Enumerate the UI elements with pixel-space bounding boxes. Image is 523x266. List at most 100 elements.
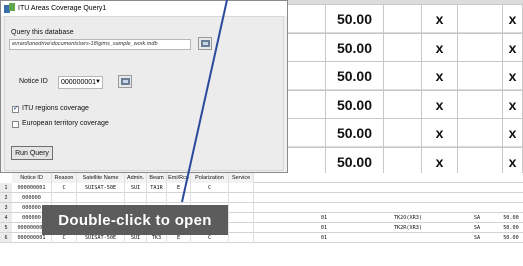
grid-column-header[interactable]: Service bbox=[229, 173, 254, 183]
zoomed-cell bbox=[384, 5, 422, 33]
zoomed-cell: 50.00 bbox=[326, 62, 384, 90]
zoomed-value-row: 50.00 x x bbox=[288, 89, 523, 119]
table-cell bbox=[229, 223, 254, 233]
row-number: 4 bbox=[0, 213, 12, 223]
table-cell: SUISAT-50E bbox=[77, 183, 125, 193]
zoomed-value-row: 50.00 x x bbox=[288, 4, 523, 33]
grid-header-row: Notice ID Reason Satellite Name Admin. Beam E… bbox=[12, 173, 523, 183]
zoomed-cell bbox=[458, 90, 503, 119]
browse-database-button[interactable] bbox=[198, 37, 212, 50]
itu-regions-checkbox[interactable] bbox=[12, 104, 19, 113]
tooltip-text: Double-click to open bbox=[58, 211, 212, 229]
grid-column-header[interactable]: Beam bbox=[147, 173, 167, 183]
zoomed-cell: x bbox=[503, 5, 523, 33]
table-cell: SA bbox=[473, 235, 481, 241]
zoomed-cell: 50.00 bbox=[326, 147, 384, 176]
table-cell: 50.00 bbox=[503, 235, 519, 241]
zoomed-cell bbox=[384, 33, 422, 62]
grid-column-header[interactable]: Reason bbox=[52, 173, 77, 183]
grid-column-header[interactable]: Notice ID bbox=[12, 173, 52, 183]
table-cell: TA1R bbox=[147, 183, 167, 193]
double-click-tooltip: Double-click to open bbox=[42, 205, 228, 235]
zoomed-cell: x bbox=[422, 90, 458, 119]
zoomed-value-row: 50.00 x x bbox=[288, 61, 523, 90]
zoomed-cell: x bbox=[503, 62, 523, 90]
zoomed-cell bbox=[288, 62, 326, 90]
zoomed-cell bbox=[458, 5, 503, 33]
table-cell: 01 bbox=[320, 215, 328, 221]
zoomed-cell bbox=[458, 33, 503, 62]
notice-id-dropdown[interactable]: 000000001 ▼ bbox=[58, 76, 103, 89]
query-database-label: Query this database bbox=[11, 29, 74, 36]
zoomed-cell bbox=[384, 147, 422, 176]
table-cell bbox=[229, 183, 254, 193]
row-number: 1 bbox=[0, 183, 12, 193]
table-cell bbox=[125, 193, 147, 203]
table-cell: 000000 bbox=[12, 193, 52, 203]
zoomed-cell bbox=[288, 119, 326, 147]
table-cell: 50.00 bbox=[503, 225, 519, 231]
table-cell: E bbox=[167, 183, 191, 193]
zoomed-cell: x bbox=[422, 119, 458, 147]
table-cell: 01 bbox=[320, 225, 328, 231]
table-cell bbox=[229, 203, 254, 213]
zoomed-value-row: 50.00 x x bbox=[288, 32, 523, 62]
table-row[interactable]: 1 000000001 C SUISAT-50E SUI TA1R E C bbox=[0, 183, 523, 193]
row-number: 2 bbox=[0, 193, 12, 203]
zoomed-cell bbox=[384, 62, 422, 90]
zoomed-cell bbox=[384, 119, 422, 147]
zoomed-cell: x bbox=[422, 5, 458, 33]
table-cell: C bbox=[52, 183, 77, 193]
row-number: 5 bbox=[0, 223, 12, 233]
table-cell bbox=[167, 193, 191, 203]
table-cell bbox=[77, 193, 125, 203]
zoomed-cell bbox=[288, 90, 326, 119]
zoomed-cell: 50.00 bbox=[326, 119, 384, 147]
zoomed-cell bbox=[458, 147, 503, 176]
zoomed-cell: x bbox=[422, 147, 458, 176]
zoomed-cell bbox=[288, 147, 326, 176]
zoomed-cell: x bbox=[422, 33, 458, 62]
table-row[interactable]: 2 000000 bbox=[0, 193, 523, 203]
zoomed-cell: x bbox=[503, 147, 523, 176]
table-cell bbox=[191, 193, 229, 203]
grid-column-header[interactable]: Emi/Rcp bbox=[167, 173, 191, 183]
zoomed-cell: x bbox=[503, 90, 523, 119]
table-cell bbox=[229, 213, 254, 223]
grid-column-header[interactable]: Satellite Name bbox=[77, 173, 125, 183]
table-cell bbox=[358, 233, 458, 243]
table-cell bbox=[229, 233, 254, 243]
zoomed-cell bbox=[384, 90, 422, 119]
table-cell: TK2O(XR3) bbox=[393, 215, 423, 221]
table-cell: SA bbox=[473, 215, 481, 221]
zoomed-cell bbox=[288, 5, 326, 33]
grid-column-header[interactable]: Polarization bbox=[191, 173, 229, 183]
notice-id-label: Notice ID bbox=[19, 78, 48, 85]
grid-column-header[interactable]: Admin. bbox=[125, 173, 147, 183]
table-cell: SUI bbox=[125, 183, 147, 193]
zoomed-cell: x bbox=[503, 119, 523, 147]
zoomed-cell bbox=[458, 62, 503, 90]
table-cell: 50.00 bbox=[503, 215, 519, 221]
table-cell bbox=[147, 193, 167, 203]
map-icon bbox=[120, 78, 130, 85]
table-cell bbox=[52, 193, 77, 203]
notice-map-button[interactable] bbox=[118, 75, 132, 88]
table-cell: 01 bbox=[320, 235, 328, 241]
notice-id-value: 000000001 bbox=[61, 79, 97, 86]
zoomed-value-row: 50.00 x x bbox=[288, 146, 523, 176]
database-path-field[interactable]: evrard\onedrive\documents\wrs-18\gims_sa… bbox=[9, 39, 191, 50]
table-cell: TK2R(XR3) bbox=[393, 225, 423, 231]
zoomed-value-row: 50.00 x x bbox=[288, 118, 523, 147]
app-icon bbox=[4, 3, 15, 14]
european-territory-checkbox[interactable] bbox=[12, 121, 19, 128]
zoomed-cell: 50.00 bbox=[326, 90, 384, 119]
table-cell: C bbox=[191, 183, 229, 193]
itu-regions-label: ITU regions coverage bbox=[22, 105, 89, 112]
itu-areas-coverage-query-dialog: ITU Areas Coverage Query1 Query this dat… bbox=[0, 0, 288, 173]
zoomed-cell bbox=[288, 33, 326, 62]
screenshot-stage: 50.00 x x 50.00 x x 50.00 x x 50.00 x x 50.00 x x 50.00… bbox=[0, 0, 523, 266]
zoomed-cell bbox=[458, 119, 503, 147]
run-query-button[interactable]: Run Query bbox=[11, 146, 53, 160]
dialog-title: ITU Areas Coverage Query1 bbox=[18, 5, 107, 12]
